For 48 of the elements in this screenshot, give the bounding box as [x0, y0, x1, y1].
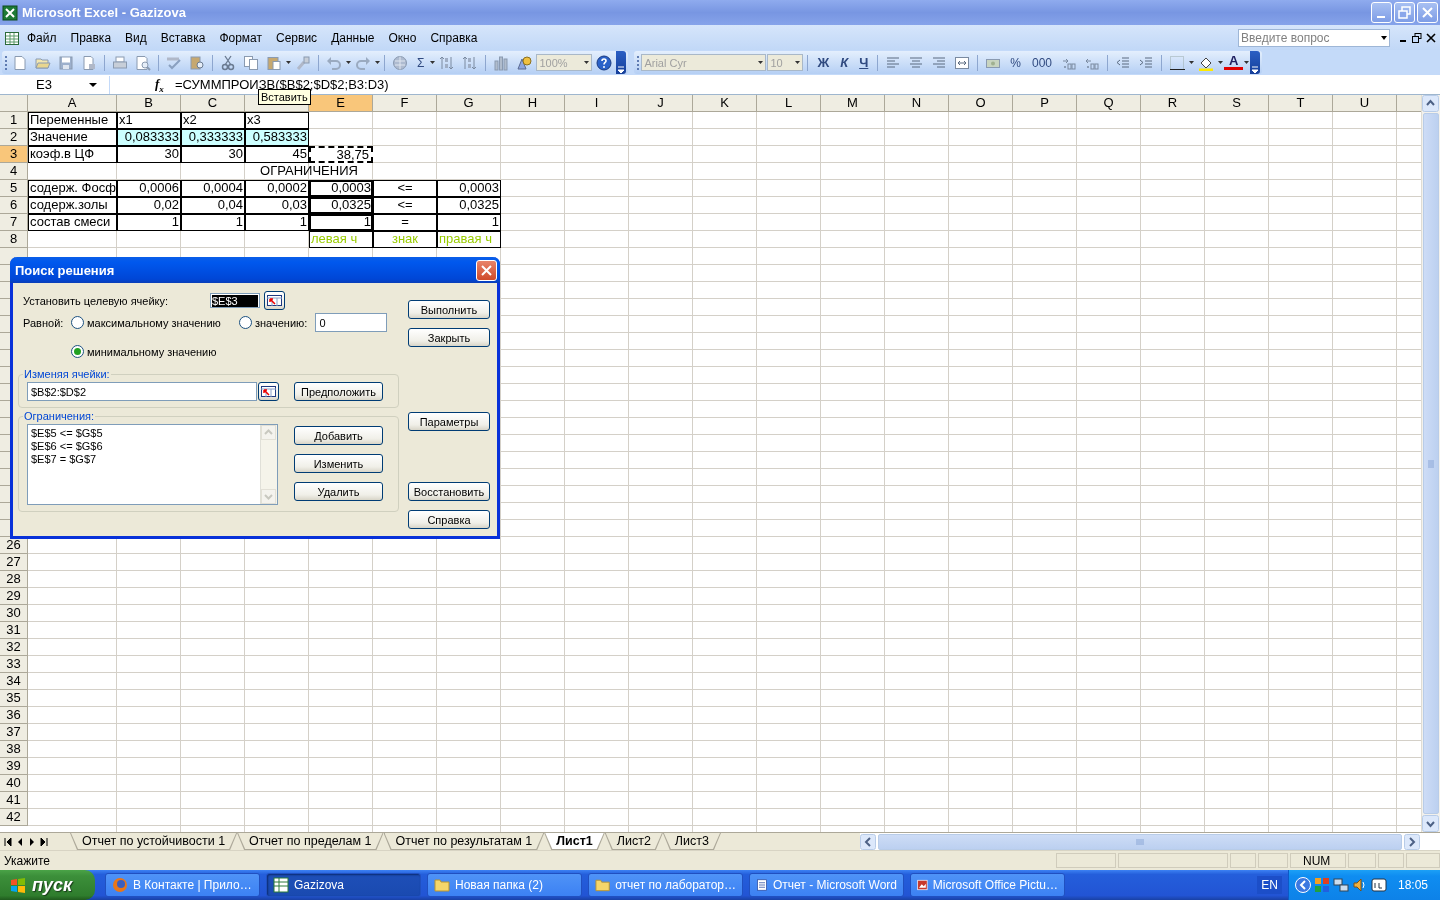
table-cell: <= [373, 180, 437, 197]
table-cell: <= [373, 197, 437, 214]
table-cell: 1 [117, 214, 181, 231]
window-title: Microsoft Excel - Gazizova [22, 5, 187, 20]
group-label: Ограничения: [23, 410, 96, 422]
table-cell: правая ч [437, 231, 501, 248]
table-cell: 0,333333 [181, 129, 245, 146]
num-lock-indicator: NUM [1290, 853, 1346, 868]
table-cell: 0,03 [245, 197, 309, 214]
table-cell: 0,0002 [245, 180, 309, 197]
table-cell: состав смеси [28, 214, 117, 231]
table-cell: 0,583333 [245, 129, 309, 146]
table-cell: 1 [181, 214, 245, 231]
group-label: Изменяя ячейки: [23, 368, 111, 380]
table-cell: содерж.золы [28, 197, 117, 214]
table-cell: x3 [245, 112, 309, 129]
table-cell: 0,0003 [309, 180, 373, 197]
table-cell: 38,75 [309, 146, 373, 163]
table-cell: 45 [245, 146, 309, 163]
table-cell: коэф.в ЦФ [28, 146, 117, 163]
table-cell: 1 [437, 214, 501, 231]
table-cell: 0,02 [117, 197, 181, 214]
table-cell: 0,083333 [117, 129, 181, 146]
clock: 18:05 [1397, 878, 1428, 892]
tooltip-label: Вставить [261, 91, 308, 103]
table-cell-text: ОГРАНИЧЕНИЯ [259, 163, 359, 180]
field-label: Равной: [23, 316, 65, 329]
table-cell: Значение [28, 129, 117, 146]
dialog-title: Поиск решения [15, 262, 115, 278]
table-cell: 30 [181, 146, 245, 163]
table-cell: Переменные [28, 112, 117, 129]
table-cell: 0,0006 [117, 180, 181, 197]
table-cell: = [373, 214, 437, 231]
table-cell: 1 [309, 214, 373, 231]
table-cell: 0,0004 [181, 180, 245, 197]
table-cell: 30 [117, 146, 181, 163]
table-cell: содерж. Фосф [28, 180, 117, 197]
table-cell: 0,0003 [437, 180, 501, 197]
table-cell: 0,0325 [309, 197, 373, 214]
table-cell: левая ч [309, 231, 373, 248]
table-cell: 0,0325 [437, 197, 501, 214]
field-label: Установить целевую ячейку: [23, 294, 170, 307]
table-cell: 0,04 [181, 197, 245, 214]
table-cell: знак [373, 231, 437, 248]
status-text: Укажите [4, 853, 51, 868]
table-cell: 1 [245, 214, 309, 231]
table-cell: x2 [181, 112, 245, 129]
table-cell: x1 [117, 112, 181, 129]
